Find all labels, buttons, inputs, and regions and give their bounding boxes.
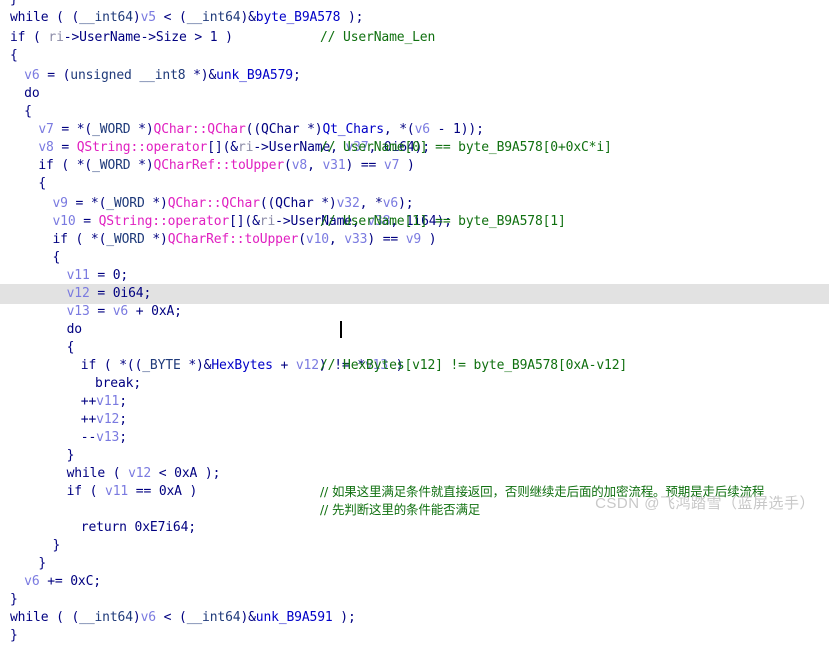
code-line[interactable]: } (0, 446, 829, 466)
code-line[interactable]: { (0, 174, 829, 194)
code-line[interactable]: if ( *(_WORD *)QCharRef::toUpper(v8, v31… (0, 156, 829, 176)
code-line-text: { (66, 340, 75, 355)
code-line[interactable]: } (0, 554, 829, 574)
code-line[interactable]: v11 = 0; (0, 266, 829, 286)
code-line[interactable]: do (0, 84, 829, 104)
code-line[interactable]: if ( *(_WORD *)QCharRef::toUpper(v10, v3… (0, 230, 829, 250)
code-line-text: return 0xE7i64; (80, 520, 196, 535)
code-line[interactable]: ++v12; (0, 410, 829, 430)
code-line-text: } (52, 538, 61, 553)
code-line[interactable]: } (0, 536, 829, 556)
code-line[interactable]: v10 = QString::operator[](&ri->UserName,… (0, 212, 829, 232)
code-line[interactable]: { (0, 248, 829, 268)
code-line-text: v9 = *(_WORD *)QChar::QChar((QChar *)v32… (52, 196, 414, 211)
code-line[interactable]: break; (0, 374, 829, 394)
code-line-text: } (10, 628, 18, 643)
code-line-text: } (66, 448, 75, 463)
code-line-text: v6 = (unsigned __int8 *)&unk_B9A579; (24, 68, 301, 83)
code-line-text: do (66, 322, 83, 337)
code-line-comment: // UserName_Len (320, 30, 436, 45)
csdn-watermark: CSDN @飞鸿踏雪（蓝屏选手） (595, 495, 815, 512)
code-line[interactable]: v7 = *(_WORD *)QChar::QChar((QChar *)Qt_… (0, 120, 829, 140)
code-line-text: ++v11; (80, 394, 127, 409)
code-line-text: { (24, 104, 32, 119)
code-line[interactable]: while ( (__int64)v5 < (__int64)&byte_B9A… (0, 8, 829, 28)
code-line[interactable]: do (0, 320, 829, 340)
code-line-text: while ( (__int64)v6 < (__int64)&unk_B9A5… (10, 610, 356, 625)
code-line[interactable]: } (0, 626, 829, 646)
code-line-text: } (10, 592, 18, 607)
code-line[interactable]: return 0xE7i64; (0, 518, 829, 538)
code-line-text: ++v12; (80, 412, 127, 427)
code-line[interactable]: v9 = *(_WORD *)QChar::QChar((QChar *)v32… (0, 194, 829, 214)
code-line-text: { (10, 48, 18, 63)
code-line[interactable]: while ( v12 < 0xA ); (0, 464, 829, 484)
code-line-text: break; (94, 376, 142, 391)
code-line[interactable]: v6 = (unsigned __int8 *)&unk_B9A579; (0, 66, 829, 86)
code-line-text: { (38, 176, 46, 191)
code-line[interactable]: --v13; (0, 428, 829, 448)
code-line-comment: // UserName[0] == byte_B9A578[0+0xC*i] (320, 140, 612, 155)
code-line[interactable]: while ( (__int64)v6 < (__int64)&unk_B9A5… (0, 608, 829, 628)
code-line[interactable]: v13 = v6 + 0xA; (0, 302, 829, 322)
code-line-comment: // UserName[1] == byte_B9A578[1] (320, 214, 566, 229)
code-line-text: --v13; (80, 430, 127, 445)
code-line[interactable]: if ( *((_BYTE *)&HexBytes + v12) != *v13… (0, 356, 829, 376)
code-line-text: while ( v12 < 0xA ); (66, 466, 221, 481)
code-line-text: v6 += 0xC; (24, 574, 101, 589)
text-caret (340, 321, 342, 338)
code-line-comment: // 先判断这里的条件能否满足 (320, 502, 481, 517)
code-line-text: if ( ri->UserName->Size > 1 ) (10, 30, 233, 45)
code-line-text: v7 = *(_WORD *)QChar::QChar((QChar *)Qt_… (38, 122, 484, 137)
code-line[interactable]: v12 = 0i64; (0, 284, 829, 304)
code-line-comment: // HexBytes[v12] != byte_B9A578[0xA-v12] (320, 358, 628, 373)
code-line-text: if ( v11 == 0xA ) (66, 484, 198, 499)
code-line-text: if ( *(_WORD *)QCharRef::toUpper(v10, v3… (52, 232, 437, 247)
code-line[interactable]: { (0, 338, 829, 358)
code-line-text: v11 = 0; (66, 268, 129, 283)
code-line-text: } (38, 556, 46, 571)
code-line[interactable]: if ( ri->UserName->Size > 1 ) // UserName… (0, 28, 829, 48)
code-line-text: if ( *(_WORD *)QCharRef::toUpper(v8, v31… (38, 158, 415, 173)
code-line[interactable]: ++v11; (0, 392, 829, 412)
code-line[interactable]: { (0, 46, 829, 66)
code-line-text: v13 = v6 + 0xA; (66, 304, 182, 319)
code-line[interactable]: } (0, 590, 829, 610)
code-line[interactable]: v8 = QString::operator[](&ri->UserName, … (0, 138, 829, 158)
code-line-text: { (52, 250, 61, 265)
code-line[interactable]: v6 += 0xC; (0, 572, 829, 592)
code-line-text: do (24, 86, 40, 101)
pseudocode-editor[interactable]: } while ( (__int64)v5 < (__int64)&byte_B9… (0, 0, 829, 643)
code-line-text: while ( (__int64)v5 < (__int64)&byte_B9A… (10, 10, 364, 25)
code-line-text: v12 = 0i64; (66, 286, 152, 301)
code-line[interactable]: { (0, 102, 829, 122)
